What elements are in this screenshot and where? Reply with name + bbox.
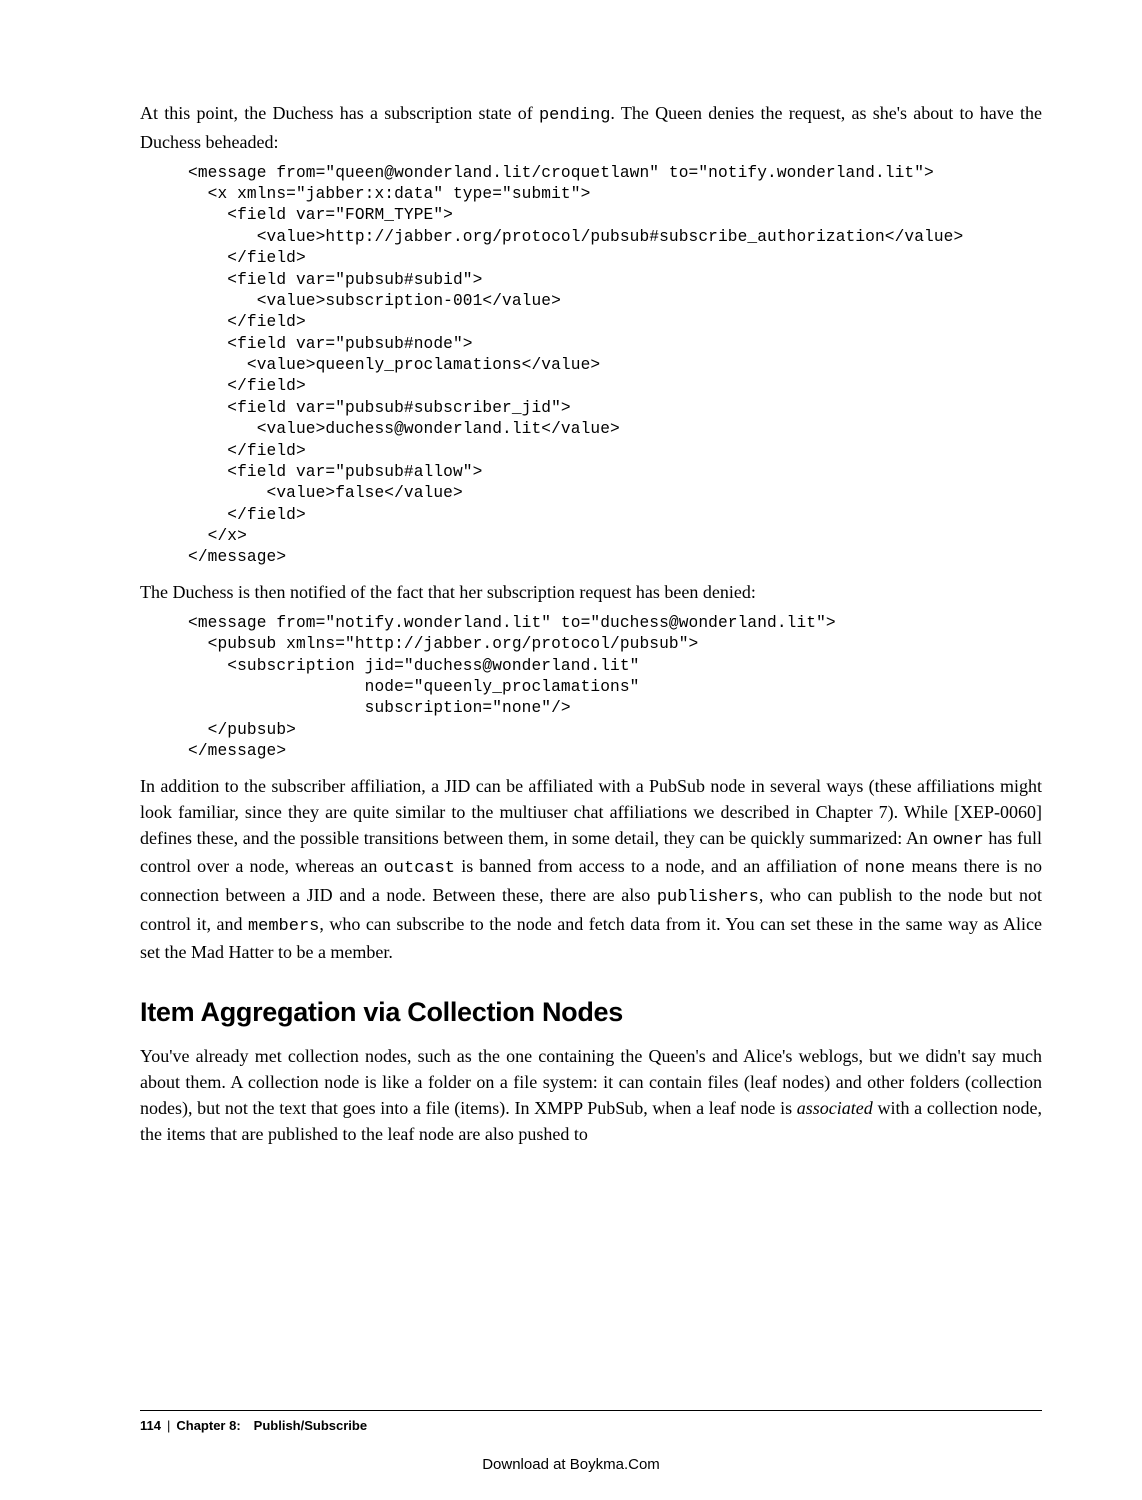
text: is banned from access to a node, and an … <box>455 856 864 876</box>
inline-code-none: none <box>864 859 905 878</box>
footer-text: 114 | Chapter 8: Publish/Subscribe <box>140 1417 1042 1436</box>
page: At this point, the Duchess has a subscri… <box>0 0 1142 1500</box>
download-note: Download at Boykma.Com <box>0 1454 1142 1476</box>
paragraph-collection-nodes: You've already met collection nodes, suc… <box>140 1043 1042 1147</box>
inline-code-members: members <box>248 917 319 936</box>
section-heading-item-aggregation: Item Aggregation via Collection Nodes <box>140 993 1042 1032</box>
inline-code-outcast: outcast <box>384 859 455 878</box>
code-block-duchess-notify: <message from="notify.wonderland.lit" to… <box>188 613 1042 763</box>
paragraph-notified: The Duchess is then notified of the fact… <box>140 579 1042 605</box>
paragraph-affiliations: In addition to the subscriber affiliatio… <box>140 773 1042 966</box>
emphasis-associated: associated <box>797 1098 873 1118</box>
chapter-label: Chapter 8: Publish/Subscribe <box>176 1418 367 1433</box>
page-footer: 114 | Chapter 8: Publish/Subscribe <box>140 1410 1042 1436</box>
text: In addition to the subscriber affiliatio… <box>140 776 1042 848</box>
footer-rule <box>140 1410 1042 1411</box>
text: At this point, the Duchess has a subscri… <box>140 103 539 123</box>
inline-code-owner: owner <box>933 831 984 850</box>
page-number: 114 <box>140 1418 161 1433</box>
paragraph-intro: At this point, the Duchess has a subscri… <box>140 100 1042 155</box>
footer-separator: | <box>167 1418 170 1433</box>
code-block-queen-deny: <message from="queen@wonderland.lit/croq… <box>188 163 1042 569</box>
inline-code-pending: pending <box>539 106 610 125</box>
inline-code-publishers: publishers <box>657 888 759 907</box>
